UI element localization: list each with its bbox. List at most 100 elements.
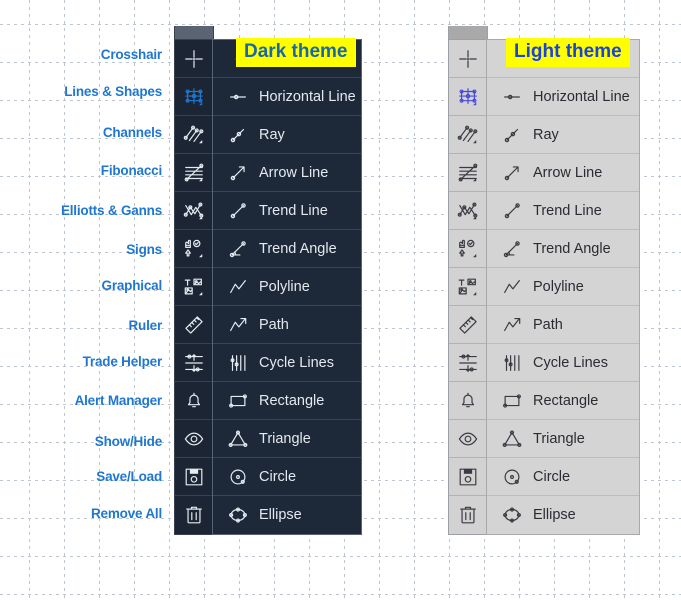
menu-item-label: Polyline — [259, 278, 310, 295]
rail-button-trade-helper[interactable] — [449, 344, 487, 382]
menu-item-label: Trend Angle — [533, 240, 611, 257]
menu-item-rectangle[interactable]: Rectangle — [213, 382, 361, 420]
rail-button-elliotts-ganns[interactable] — [449, 192, 487, 230]
menu-item-label: Cycle Lines — [533, 354, 608, 371]
menu-item-label: Ellipse — [259, 507, 302, 523]
caption-show-hide: Show/Hide — [94, 434, 162, 449]
rail-button-fibonacci[interactable] — [175, 154, 213, 192]
caption-elliotts-ganns: Elliotts & Ganns — [60, 203, 162, 218]
menu-item-circle[interactable]: Circle — [213, 458, 361, 496]
arrow-line-icon — [495, 154, 529, 192]
rail-button-save-load[interactable] — [175, 458, 213, 496]
rail-button-lines-shapes[interactable] — [175, 78, 213, 116]
menu-item-trend-angle[interactable]: Trend Angle — [487, 230, 639, 268]
grid-line-vertical — [659, 0, 660, 600]
menu-item-horizontal-line[interactable]: Horizontal Line — [487, 78, 639, 116]
rail-button-remove-all[interactable] — [175, 496, 213, 534]
menu-item-ray[interactable]: Ray — [213, 116, 361, 154]
light-toolbar-rail[interactable] — [448, 26, 488, 535]
rail-button-graphical[interactable] — [175, 268, 213, 306]
menu-item-horizontal-line[interactable]: Horizontal Line — [213, 78, 361, 116]
rail-button-signs[interactable] — [175, 230, 213, 268]
rail-button-ruler[interactable] — [449, 306, 487, 344]
menu-item-cycle-lines[interactable]: Cycle Lines — [487, 344, 639, 382]
rail-button-signs[interactable] — [449, 230, 487, 268]
caption-graphical: Graphical — [101, 278, 163, 293]
rectangle-icon — [221, 382, 255, 420]
caption-save-load: Save/Load — [96, 469, 162, 484]
rail-button-save-load[interactable] — [449, 458, 487, 496]
menu-item-arrow-line[interactable]: Arrow Line — [213, 154, 361, 192]
eye-icon — [457, 428, 479, 450]
elliotts-ganns-icon — [457, 200, 479, 222]
polyline-icon — [495, 268, 529, 306]
menu-item-polyline[interactable]: Polyline — [487, 268, 639, 306]
rail-button-ruler[interactable] — [175, 306, 213, 344]
menu-item-triangle[interactable]: Triangle — [213, 420, 361, 458]
menu-item-label: Cycle Lines — [259, 354, 334, 371]
menu-item-ray[interactable]: Ray — [487, 116, 639, 154]
floppy-disk-icon — [457, 466, 479, 488]
menu-item-circle[interactable]: Circle — [487, 458, 639, 496]
rail-button-elliotts-ganns[interactable] — [175, 192, 213, 230]
dark-lines-shapes-flyout-menu[interactable]: Vertical LineHorizontal LineRayArrow Lin… — [212, 39, 362, 535]
rail-button-alert-manager[interactable] — [175, 382, 213, 420]
rail-button-fibonacci[interactable] — [449, 154, 487, 192]
menu-item-cycle-lines[interactable]: Cycle Lines — [213, 344, 361, 382]
menu-item-polyline[interactable]: Polyline — [213, 268, 361, 306]
menu-item-arrow-line[interactable]: Arrow Line — [487, 154, 639, 192]
floppy-disk-icon — [183, 466, 205, 488]
menu-item-trend-angle[interactable]: Trend Angle — [213, 230, 361, 268]
crosshair-icon — [183, 48, 205, 70]
menu-item-trend-line[interactable]: Trend Line — [487, 192, 639, 230]
menu-item-trend-line[interactable]: Trend Line — [213, 192, 361, 230]
menu-item-label: Ray — [259, 126, 285, 143]
lines-shapes-icon — [183, 86, 205, 108]
menu-item-triangle[interactable]: Triangle — [487, 420, 639, 458]
menu-item-label: Trend Angle — [259, 240, 337, 257]
signs-icon — [457, 238, 479, 260]
menu-item-label: Trend Line — [259, 202, 328, 219]
rail-button-show-hide[interactable] — [449, 420, 487, 458]
dark-toolbar-drag-handle[interactable] — [175, 26, 213, 40]
cycle-lines-icon — [221, 344, 255, 382]
ellipse-icon — [221, 496, 255, 534]
rail-button-crosshair[interactable] — [449, 40, 487, 78]
rail-button-show-hide[interactable] — [175, 420, 213, 458]
menu-item-path[interactable]: Path — [487, 306, 639, 344]
grid-line-vertical — [29, 0, 30, 600]
menu-item-label: Triangle — [533, 430, 585, 447]
menu-item-path[interactable]: Path — [213, 306, 361, 344]
menu-item-label: Arrow Line — [259, 164, 329, 181]
menu-item-label: Rectangle — [533, 392, 599, 409]
rail-button-channels[interactable] — [175, 116, 213, 154]
light-toolbar-drag-handle[interactable] — [449, 26, 487, 40]
channels-icon — [183, 124, 205, 146]
menu-item-rectangle[interactable]: Rectangle — [487, 382, 639, 420]
dark-toolbar-rail[interactable] — [174, 26, 214, 535]
rail-button-trade-helper[interactable] — [175, 344, 213, 382]
menu-item-label: Arrow Line — [533, 164, 603, 181]
rail-button-alert-manager[interactable] — [449, 382, 487, 420]
menu-item-label: Polyline — [533, 278, 584, 295]
menu-item-label: Ellipse — [533, 507, 576, 523]
rail-button-remove-all[interactable] — [449, 496, 487, 534]
rail-button-crosshair[interactable] — [175, 40, 213, 78]
light-lines-shapes-flyout-menu[interactable]: Vertical LineHorizontal LineRayArrow Lin… — [486, 39, 640, 535]
menu-item-ellipse[interactable]: Ellipse — [213, 496, 361, 534]
caption-remove-all: Remove All — [90, 506, 162, 521]
circle-icon — [495, 458, 529, 496]
menu-item-ellipse[interactable]: Ellipse — [487, 496, 639, 534]
rail-button-graphical[interactable] — [449, 268, 487, 306]
rail-button-channels[interactable] — [449, 116, 487, 154]
circle-icon — [221, 458, 255, 496]
ruler-icon — [457, 314, 479, 336]
ruler-icon — [183, 314, 205, 336]
menu-item-label: Triangle — [259, 430, 311, 447]
menu-item-label: Circle — [259, 468, 297, 485]
menu-item-label: Horizontal Line — [259, 88, 356, 105]
crosshair-icon — [457, 48, 479, 70]
rail-button-lines-shapes[interactable] — [449, 78, 487, 116]
menu-item-label: Path — [259, 316, 289, 333]
path-icon — [221, 306, 255, 344]
